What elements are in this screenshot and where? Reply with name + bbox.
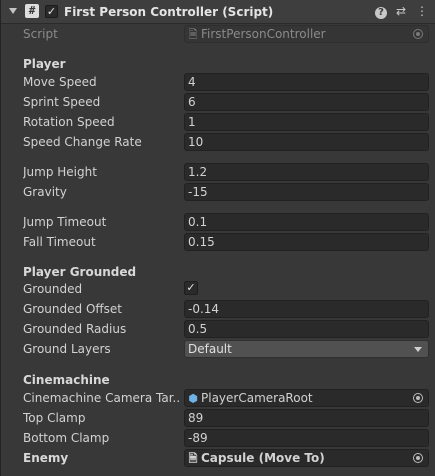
- script-file-icon: 🗎: [188, 28, 198, 41]
- gravity-field[interactable]: -15: [184, 183, 429, 201]
- rotation-speed-label: Rotation Speed: [23, 115, 115, 129]
- grounded-offset-field[interactable]: -0.14: [184, 300, 429, 318]
- move-speed-row: Move Speed 4: [1, 72, 435, 92]
- grounded-radius-field[interactable]: 0.5: [184, 320, 429, 338]
- script-row: Script 🗎 FirstPersonController: [1, 24, 435, 44]
- object-picker-icon[interactable]: [413, 393, 423, 403]
- top-clamp-label: Top Clamp: [23, 411, 86, 425]
- bottom-clamp-row: Bottom Clamp -89: [1, 428, 435, 448]
- grounded-radius-label: Grounded Radius: [23, 322, 127, 336]
- object-picker-icon[interactable]: [413, 453, 423, 463]
- foldout-arrow-icon[interactable]: [9, 8, 17, 14]
- jump-height-row: Jump Height 1.2: [1, 162, 435, 182]
- fall-timeout-row: Fall Timeout 0.15: [1, 232, 435, 252]
- camera-target-value: PlayerCameraRoot: [201, 391, 313, 405]
- help-button[interactable]: ?: [373, 3, 389, 19]
- kebab-menu-icon[interactable]: ⋮: [414, 3, 430, 19]
- enemy-row: Enemy 🗎 Capsule (Move To): [1, 448, 435, 468]
- component-enabled-checkbox[interactable]: ✓: [45, 5, 58, 18]
- grounded-offset-label: Grounded Offset: [23, 302, 123, 316]
- component-title: First Person Controller (Script): [64, 5, 274, 19]
- rotation-speed-field[interactable]: 1: [184, 113, 429, 131]
- ground-layers-value: Default: [188, 342, 232, 356]
- presets-icon[interactable]: ⇄: [393, 3, 409, 19]
- enemy-field[interactable]: 🗎 Capsule (Move To): [184, 449, 429, 467]
- ground-layers-row: Ground Layers Default: [1, 339, 435, 359]
- camera-target-label: Cinemachine Camera Tar...: [23, 391, 181, 405]
- script-file-icon: 🗎: [188, 452, 198, 465]
- script-value: FirstPersonController: [201, 27, 326, 41]
- bottom-clamp-label: Bottom Clamp: [23, 431, 110, 445]
- enemy-label: Enemy: [23, 451, 69, 465]
- move-speed-label: Move Speed: [23, 75, 97, 89]
- script-icon: #: [25, 4, 39, 18]
- sprint-speed-field[interactable]: 6: [184, 93, 429, 111]
- top-clamp-field[interactable]: 89: [184, 409, 429, 427]
- component-header[interactable]: # ✓ First Person Controller (Script) ? ⇄…: [1, 0, 435, 24]
- bottom-clamp-field[interactable]: -89: [184, 429, 429, 447]
- camera-target-row: Cinemachine Camera Tar... ⬢ PlayerCameraR…: [1, 388, 435, 408]
- gravity-row: Gravity -15: [1, 182, 435, 202]
- object-picker-icon: [413, 29, 423, 39]
- help-icon: ?: [375, 7, 387, 19]
- section-cinemachine: Cinemachine: [23, 373, 110, 387]
- ground-layers-label: Ground Layers: [23, 342, 111, 356]
- jump-timeout-field[interactable]: 0.1: [184, 213, 429, 231]
- gravity-label: Gravity: [23, 185, 67, 199]
- chevron-down-icon: [414, 347, 422, 352]
- enemy-value: Capsule (Move To): [201, 451, 325, 465]
- move-speed-field[interactable]: 4: [184, 73, 429, 91]
- script-label: Script: [23, 27, 58, 41]
- section-player-grounded: Player Grounded: [23, 265, 137, 279]
- script-field: 🗎 FirstPersonController: [184, 25, 429, 43]
- grounded-label: Grounded: [23, 282, 83, 296]
- grounded-checkbox[interactable]: ✓: [184, 281, 198, 295]
- grounded-radius-row: Grounded Radius 0.5: [1, 319, 435, 339]
- speed-change-rate-label: Speed Change Rate: [23, 135, 142, 149]
- camera-target-field[interactable]: ⬢ PlayerCameraRoot: [184, 389, 429, 407]
- speed-change-rate-row: Speed Change Rate 10: [1, 132, 435, 152]
- inspector-panel: # ✓ First Person Controller (Script) ? ⇄…: [0, 0, 435, 476]
- ground-layers-dropdown[interactable]: Default: [184, 340, 429, 358]
- section-player: Player: [23, 57, 66, 71]
- jump-height-field[interactable]: 1.2: [184, 163, 429, 181]
- speed-change-rate-field[interactable]: 10: [184, 133, 429, 151]
- grounded-row: Grounded ✓: [1, 279, 435, 299]
- fall-timeout-label: Fall Timeout: [23, 235, 96, 249]
- jump-timeout-label: Jump Timeout: [23, 215, 107, 229]
- jump-height-label: Jump Height: [23, 165, 97, 179]
- sprint-speed-row: Sprint Speed 6: [1, 92, 435, 112]
- jump-timeout-row: Jump Timeout 0.1: [1, 212, 435, 232]
- top-clamp-row: Top Clamp 89: [1, 408, 435, 428]
- rotation-speed-row: Rotation Speed 1: [1, 112, 435, 132]
- sprint-speed-label: Sprint Speed: [23, 95, 101, 109]
- cube-icon: ⬢: [188, 392, 198, 405]
- grounded-offset-row: Grounded Offset -0.14: [1, 299, 435, 319]
- fall-timeout-field[interactable]: 0.15: [184, 233, 429, 251]
